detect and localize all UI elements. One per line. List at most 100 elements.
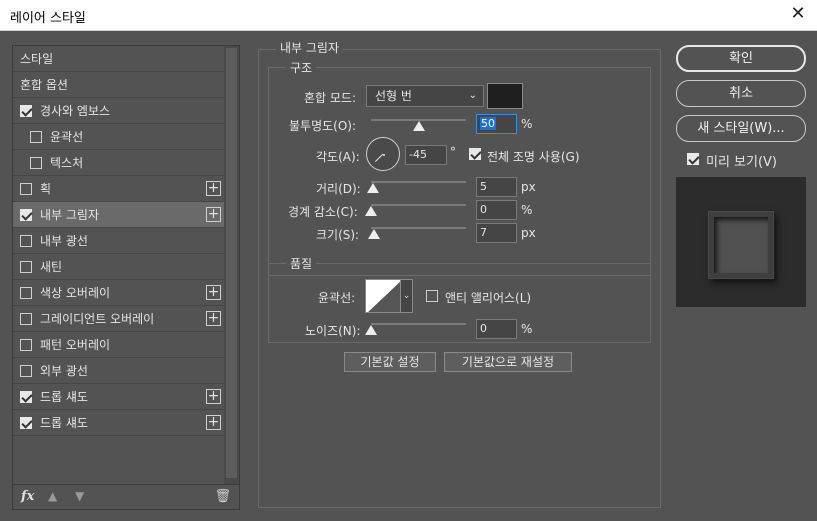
style-item-label: 패턴 오버레이	[40, 338, 111, 352]
style-item[interactable]: 드롭 섀도 +	[13, 410, 224, 436]
style-item[interactable]: 윤곽선	[13, 124, 224, 150]
style-item[interactable]: 텍스처	[13, 150, 224, 176]
angle-unit: °	[450, 145, 456, 159]
style-item-checkbox[interactable]	[20, 182, 32, 195]
preview-square	[708, 211, 774, 279]
distance-slider[interactable]	[371, 181, 466, 183]
reset-default-button[interactable]: 기본값으로 재설정	[444, 352, 572, 372]
contour-dropdown[interactable]: ⌄	[400, 279, 413, 313]
noise-value: 0	[480, 322, 487, 335]
contour-picker[interactable]	[365, 279, 401, 313]
global-light-label[interactable]: 전체 조명 사용(G)	[487, 148, 580, 165]
move-down-icon[interactable]: ▼	[75, 489, 84, 503]
opacity-unit: %	[521, 117, 533, 131]
style-item-checkbox[interactable]	[20, 416, 32, 429]
angle-dial[interactable]	[366, 137, 400, 171]
style-item-checkbox[interactable]	[30, 130, 42, 143]
angle-input[interactable]: -45	[405, 145, 447, 165]
quality-legend: 품질	[286, 255, 317, 272]
style-item[interactable]: 내부 광선	[13, 228, 224, 254]
style-item-label: 텍스처	[50, 156, 84, 170]
close-icon[interactable]: ✕	[787, 3, 809, 25]
size-input[interactable]: 7	[476, 223, 517, 243]
style-item[interactable]: 내부 그림자 +	[13, 202, 224, 228]
styles-footer: fx ▲ ▼ 🗑	[13, 484, 239, 509]
fx-icon[interactable]: fx	[21, 489, 34, 504]
make-default-button[interactable]: 기본값 설정	[344, 352, 436, 372]
style-preview	[676, 177, 806, 307]
style-item[interactable]: 혼합 옵션	[13, 72, 224, 98]
choke-slider[interactable]	[371, 204, 466, 206]
size-slider[interactable]	[371, 227, 466, 229]
size-unit: px	[521, 226, 536, 240]
style-item-checkbox[interactable]	[20, 390, 32, 403]
style-item-label: 외부 광선	[40, 364, 88, 378]
shadow-color-swatch[interactable]	[487, 83, 523, 109]
style-item[interactable]: 색상 오버레이 +	[13, 280, 224, 306]
preview-label[interactable]: 미리 보기(V)	[706, 151, 777, 170]
style-item-checkbox[interactable]	[20, 104, 32, 117]
preview-checkbox[interactable]	[687, 153, 699, 165]
style-item[interactable]: 새틴	[13, 254, 224, 280]
style-item[interactable]: 외부 광선	[13, 358, 224, 384]
chevron-down-icon: ⌄	[468, 90, 477, 101]
choke-input[interactable]: 0	[476, 200, 517, 220]
distance-input[interactable]: 5	[476, 177, 517, 197]
move-up-icon[interactable]: ▲	[48, 489, 57, 503]
new-style-button[interactable]: 새 스타일(W)...	[676, 115, 806, 142]
add-effect-icon[interactable]: +	[206, 415, 221, 430]
style-item[interactable]: 스타일	[13, 46, 224, 72]
title-bar: 레이어 스타일 ✕	[0, 0, 817, 31]
style-item-checkbox[interactable]	[20, 260, 32, 273]
noise-slider[interactable]	[371, 323, 466, 325]
style-item-checkbox[interactable]	[30, 156, 42, 169]
add-effect-icon[interactable]: +	[206, 181, 221, 196]
distance-value: 5	[480, 180, 487, 193]
style-item-checkbox[interactable]	[20, 208, 32, 221]
style-item[interactable]: 획 +	[13, 176, 224, 202]
style-item-checkbox[interactable]	[20, 364, 32, 377]
trash-icon[interactable]: 🗑	[214, 489, 231, 504]
add-effect-icon[interactable]: +	[206, 285, 221, 300]
style-item-label: 드롭 섀도	[40, 416, 88, 430]
angle-needle-icon	[374, 153, 384, 163]
cancel-button[interactable]: 취소	[676, 80, 806, 107]
noise-unit: %	[521, 322, 533, 336]
style-item-checkbox[interactable]	[20, 312, 32, 325]
add-effect-icon[interactable]: +	[206, 207, 221, 222]
antialias-label[interactable]: 앤티 앨리어스(L)	[445, 289, 531, 306]
opacity-input[interactable]: 50	[476, 114, 517, 134]
style-item-label: 내부 그림자	[40, 208, 100, 222]
add-effect-icon[interactable]: +	[206, 389, 221, 404]
global-light-checkbox[interactable]	[469, 148, 481, 160]
styles-scrollbar[interactable]	[224, 46, 239, 484]
noise-input[interactable]: 0	[476, 319, 517, 339]
ok-button[interactable]: 확인	[676, 45, 806, 72]
style-item-checkbox[interactable]	[20, 338, 32, 351]
style-item[interactable]: 드롭 섀도 +	[13, 384, 224, 410]
choke-unit: %	[521, 203, 533, 217]
style-item-label: 내부 광선	[40, 234, 88, 248]
blend-mode-select[interactable]: 선형 번 ⌄	[366, 85, 484, 107]
blend-mode-label: 혼합 모드:	[304, 91, 357, 105]
structure-legend: 구조	[286, 59, 317, 76]
layer-style-dialog: 스타일 혼합 옵션 경사와 엠보스 윤곽선 텍스처 획 + 내부 그림자 + 내부 광선 새틴 색상 …	[0, 31, 817, 521]
style-item-checkbox[interactable]	[20, 286, 32, 299]
section-title: 내부 그림자	[276, 39, 344, 56]
style-item-label: 획	[40, 182, 52, 196]
style-item[interactable]: 그레이디언트 오버레이 +	[13, 306, 224, 332]
style-item-label: 색상 오버레이	[40, 286, 111, 300]
add-effect-icon[interactable]: +	[206, 311, 221, 326]
blend-mode-value: 선형 번	[375, 89, 412, 103]
styles-list: 스타일 혼합 옵션 경사와 엠보스 윤곽선 텍스처 획 + 내부 그림자 + 내부 광선 새틴 색상 …	[13, 46, 224, 436]
opacity-label: 불투명도(O):	[289, 119, 357, 133]
style-item[interactable]: 패턴 오버레이	[13, 332, 224, 358]
scrollbar-thumb[interactable]	[226, 48, 237, 478]
antialias-checkbox[interactable]	[426, 290, 438, 302]
style-item[interactable]: 경사와 엠보스	[13, 98, 224, 124]
style-item-label: 혼합 옵션	[20, 78, 68, 92]
size-label: 크기(S):	[316, 228, 360, 242]
chevron-down-icon: ⌄	[402, 291, 411, 301]
angle-label: 각도(A):	[316, 150, 360, 164]
style-item-checkbox[interactable]	[20, 234, 32, 247]
